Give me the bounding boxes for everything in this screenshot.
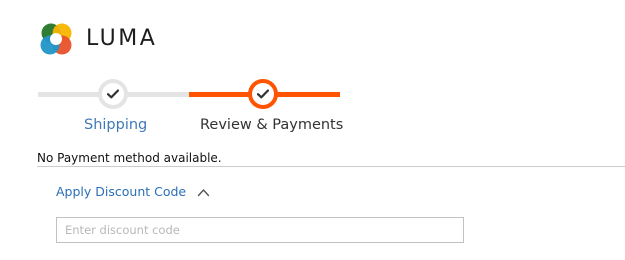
payment-notice: No Payment method available.	[37, 151, 222, 165]
brand-name: LUMA	[86, 26, 158, 51]
check-icon	[257, 89, 269, 99]
apply-discount-toggle[interactable]: Apply Discount Code	[56, 184, 210, 200]
luma-logo-icon	[40, 23, 72, 55]
chevron-up-icon	[197, 188, 210, 196]
check-icon	[107, 89, 119, 99]
step-shipping-marker[interactable]	[98, 79, 128, 109]
brand-logo[interactable]: LUMA	[38, 21, 157, 57]
apply-discount-label: Apply Discount Code	[56, 184, 187, 199]
discount-code-input[interactable]	[56, 217, 464, 243]
step-shipping-link[interactable]: Shipping	[84, 116, 147, 134]
step-review-marker	[248, 79, 278, 109]
section-divider	[37, 166, 625, 167]
checkout-progress-bar	[38, 74, 340, 110]
step-review-payments-label: Review & Payments	[200, 117, 344, 133]
